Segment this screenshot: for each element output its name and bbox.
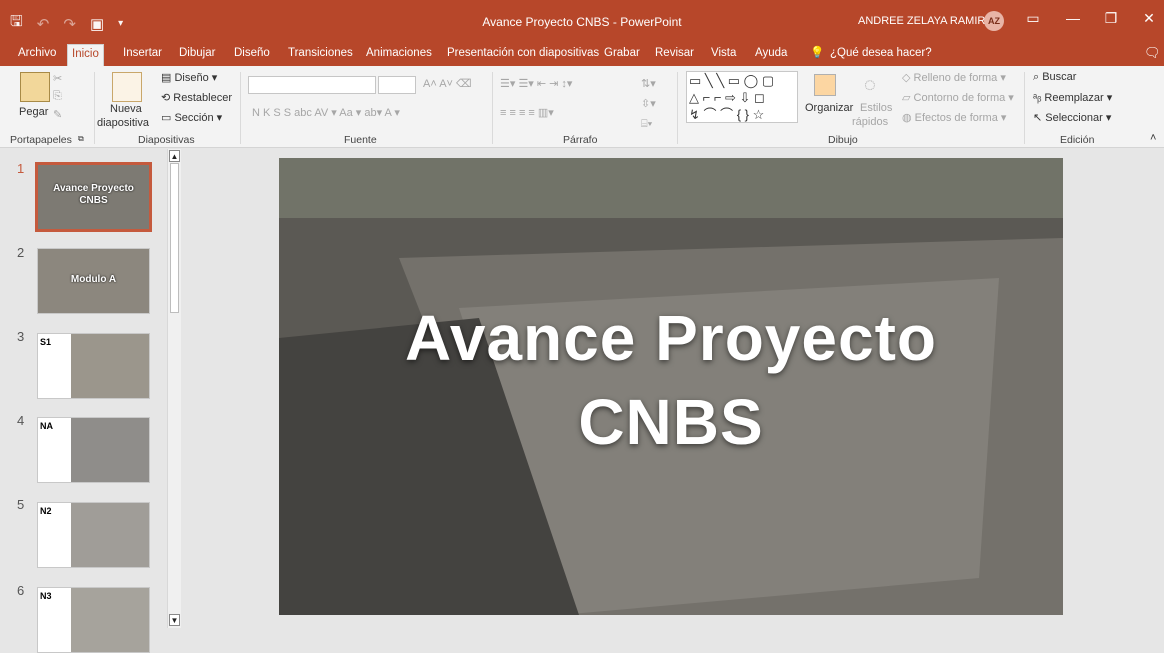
quick-styles-label-1[interactable]: Estilos — [860, 102, 892, 114]
slide-thumbnail-3[interactable]: S1 — [37, 333, 150, 399]
group-label-portapapeles: Portapapeles — [10, 134, 72, 146]
slide-number: 2 — [17, 245, 25, 260]
shape-outline-button[interactable]: ▱ Contorno de forma ▾ — [902, 91, 1014, 104]
new-slide-label-1[interactable]: Nueva — [110, 103, 142, 115]
shape-fill-button[interactable]: ◇ Relleno de forma ▾ — [902, 71, 1006, 84]
group-label-edicion: Edición — [1060, 134, 1095, 146]
slide-number: 4 — [17, 413, 25, 428]
minimize-icon[interactable]: — — [1058, 10, 1088, 26]
slide-number: 1 — [17, 161, 25, 176]
group-label-parrafo: Párrafo — [563, 134, 598, 146]
slide-title-line-2: CNBS — [578, 386, 764, 458]
slide-canvas[interactable]: Avance Proyecto CNBS — [279, 158, 1063, 615]
divider — [1024, 72, 1025, 144]
group-label-dibujo: Dibujo — [828, 134, 858, 146]
slide-number: 6 — [17, 583, 25, 598]
avatar[interactable]: AZ — [984, 11, 1004, 31]
comments-icon[interactable]: 🗨 — [1140, 44, 1164, 66]
scrollbar-thumb[interactable] — [170, 163, 179, 313]
slide-thumbnail-title: NA — [40, 421, 53, 431]
ribbon: Pegar ✂ ⎘ ✎ Portapapeles ⧉ Nueva diaposi… — [0, 66, 1164, 148]
font-name-combo[interactable] — [248, 76, 376, 94]
scroll-up-icon[interactable]: ▲ — [169, 150, 180, 162]
slide-thumbnail-6[interactable]: N3 — [37, 587, 150, 653]
font-format-icons[interactable]: N K S S abc AV ▾ Aa ▾ ab▾ A ▾ — [252, 106, 400, 119]
title-bar: 🖫 ↶ ↷ ▣ ▾ Avance Proyecto CNBS - PowerPo… — [0, 0, 1164, 44]
paste-icon[interactable] — [20, 72, 50, 102]
slide-thumbnail-title: Modulo A — [70, 274, 117, 285]
slide-thumbnail-title: N2 — [40, 506, 52, 516]
font-size-combo[interactable] — [378, 76, 416, 94]
list-icons[interactable]: ☰▾ ☰▾ ⇤ ⇥ ↕▾ — [500, 77, 572, 90]
font-size-increase-icon[interactable]: A˄ A˅ ⌫ — [423, 77, 472, 90]
new-slide-icon[interactable] — [112, 72, 142, 102]
ribbon-tabs: Archivo Inicio Insertar Dibujar Diseño T… — [0, 44, 1164, 66]
close-icon[interactable]: ✕ — [1134, 10, 1164, 27]
find-button[interactable]: ⌕ Buscar — [1033, 71, 1076, 84]
arrange-icon[interactable] — [814, 74, 836, 96]
slide-title-line-1: Avance Proyecto — [405, 302, 937, 374]
paste-button[interactable]: Pegar — [19, 106, 48, 118]
layout-button[interactable]: ▤ Diseño ▾ — [161, 71, 217, 84]
tab-inicio[interactable]: Inicio — [67, 44, 104, 66]
scroll-down-icon[interactable]: ▼ — [169, 614, 180, 626]
slide-thumbnails-pane: 1 Avance Proyecto CNBS 2 Modulo A 3 S1 4… — [0, 149, 182, 653]
tab-grabar[interactable]: Grabar — [600, 44, 644, 66]
tab-ayuda[interactable]: Ayuda — [751, 44, 791, 66]
slide-thumbnail-title: Avance Proyecto CNBS — [53, 183, 134, 206]
user-name[interactable]: ANDREE ZELAYA RAMIREZ — [858, 15, 999, 27]
group-label-diapositivas: Diapositivas — [138, 134, 195, 146]
lightbulb-icon: 💡 — [810, 47, 825, 59]
quick-styles-icon[interactable]: ◌ — [864, 74, 876, 97]
select-button[interactable]: ↖ Seleccionar ▾ — [1033, 111, 1111, 124]
format-painter-icon[interactable]: ✎ — [53, 108, 62, 121]
group-label-fuente: Fuente — [344, 134, 377, 146]
section-button[interactable]: ▭ Sección ▾ — [161, 111, 222, 124]
slide-thumbnail-4[interactable]: NA — [37, 417, 150, 483]
replace-button[interactable]: ᵃᵦ Reemplazar ▾ — [1033, 91, 1112, 104]
slide-number: 5 — [17, 497, 25, 512]
tab-archivo[interactable]: Archivo — [14, 44, 60, 66]
dialog-launcher-icon[interactable]: ⧉ — [78, 134, 84, 144]
divider — [240, 72, 241, 144]
collapse-ribbon-icon[interactable]: ˄ — [1150, 132, 1156, 144]
slide-thumbnail-title: S1 — [40, 337, 52, 347]
restore-icon[interactable]: ❐ — [1096, 10, 1126, 27]
tell-me-input[interactable]: ¿Qué desea hacer? — [826, 44, 936, 66]
thumbnails-scrollbar[interactable]: ▲ ▼ — [167, 149, 181, 628]
tab-vista[interactable]: Vista — [707, 44, 740, 66]
ribbon-display-options-icon[interactable]: ▭ — [1018, 10, 1048, 27]
slide-thumbnail-1[interactable]: Avance Proyecto CNBS — [35, 162, 152, 232]
arrange-button[interactable]: Organizar — [805, 102, 853, 114]
slide-title[interactable]: Avance Proyecto CNBS — [279, 296, 1063, 464]
slide-thumbnail-title: N3 — [40, 591, 52, 601]
divider — [94, 72, 95, 144]
text-direction-icons[interactable]: ⇅▾ ⇳▾ ⌸▾ — [641, 74, 656, 134]
slide-thumbnail-2[interactable]: Modulo A — [37, 248, 150, 314]
align-icons[interactable]: ≡ ≡ ≡ ≡ ▥▾ — [500, 106, 554, 119]
copy-icon[interactable]: ⎘ — [53, 90, 62, 103]
shapes-gallery[interactable]: ▭ ╲ ╲ ▭ ◯ ▢ △ ⌐ ⌐ ⇨ ⇩ ◻ ↯ ⌒ ⌒ { } ☆ — [686, 71, 798, 123]
slide-editor-scrollbar[interactable] — [1154, 149, 1164, 628]
tab-transiciones[interactable]: Transiciones — [284, 44, 357, 66]
tab-animaciones[interactable]: Animaciones — [362, 44, 436, 66]
slide-thumbnail-5[interactable]: N2 — [37, 502, 150, 568]
tab-diseno[interactable]: Diseño — [230, 44, 274, 66]
tab-revisar[interactable]: Revisar — [651, 44, 698, 66]
new-slide-label-2[interactable]: diapositiva — [97, 117, 149, 129]
reset-button[interactable]: ⟲ Restablecer — [161, 91, 232, 104]
tab-insertar[interactable]: Insertar — [119, 44, 166, 66]
cut-icon[interactable]: ✂ — [53, 72, 62, 85]
shape-effects-button[interactable]: ◍ Efectos de forma ▾ — [902, 111, 1006, 124]
slide-number: 3 — [17, 329, 25, 344]
quick-styles-label-2[interactable]: rápidos — [852, 116, 888, 128]
divider — [492, 72, 493, 144]
divider — [677, 72, 678, 144]
tab-presentacion[interactable]: Presentación con diapositivas — [443, 44, 603, 66]
tab-dibujar[interactable]: Dibujar — [175, 44, 219, 66]
